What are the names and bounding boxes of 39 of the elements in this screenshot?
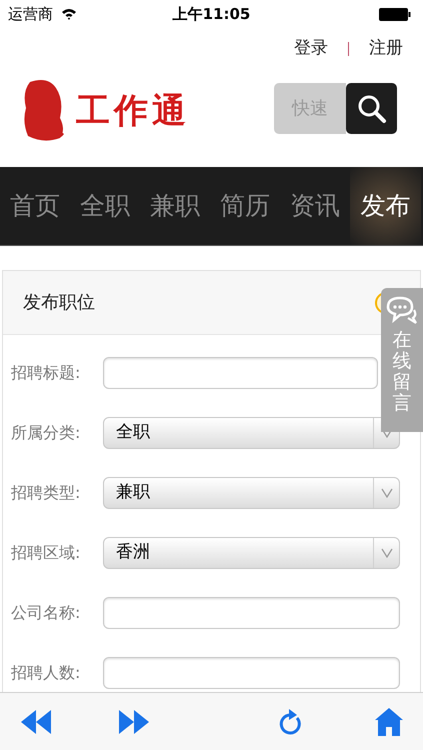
search-button[interactable] (346, 83, 397, 134)
form-label: 所属分类: (11, 422, 82, 444)
nav-tab[interactable]: 简历 (210, 167, 280, 245)
nav-tab[interactable]: 首页 (0, 167, 70, 245)
logo-text: 工作通 (76, 90, 190, 132)
chevron-down-icon (380, 488, 392, 498)
register-link[interactable]: 注册 (369, 36, 403, 62)
nav-tab[interactable]: 全职 (70, 167, 140, 245)
form-label: 招聘类型: (11, 482, 82, 504)
form-label: 公司名称: (11, 602, 82, 624)
wifi-icon (61, 8, 77, 20)
form-label: 招聘标题: (11, 362, 82, 384)
nav-tab[interactable]: 资讯 (280, 167, 350, 245)
login-link[interactable]: 登录 (294, 36, 328, 62)
dropdown-value: 兼职 (115, 481, 151, 504)
panel-title: 发布职位 (23, 291, 95, 315)
dropdown-value: 全职 (115, 421, 151, 444)
clock-label: 上午11:05 (172, 4, 250, 25)
fast-forward-icon (118, 708, 150, 734)
form-label: 招聘人数: (11, 662, 82, 684)
nav-tab[interactable]: 兼职 (140, 167, 210, 245)
chevron-down-icon (380, 548, 392, 558)
nav-tab[interactable]: 发布 (350, 167, 421, 245)
carrier-label: 运营商 (8, 4, 53, 25)
chat-bubbles-icon (386, 296, 418, 326)
home-icon (375, 706, 403, 736)
dropdown-value: 香洲 (115, 541, 151, 564)
battery-icon (379, 8, 411, 20)
input-field[interactable] (103, 357, 378, 389)
search-icon (356, 94, 386, 124)
form-label: 招聘区域: (11, 542, 82, 564)
dropdown-field[interactable]: 兼职 (103, 477, 400, 509)
refresh-icon (277, 706, 303, 736)
side-tab-label: 在线留言 (392, 330, 412, 414)
rewind-icon (20, 708, 52, 734)
dropdown-field[interactable]: 香洲 (103, 537, 400, 569)
input-field[interactable] (103, 597, 400, 629)
input-field[interactable] (103, 657, 400, 689)
dropdown-field[interactable]: 全职 (103, 417, 400, 449)
